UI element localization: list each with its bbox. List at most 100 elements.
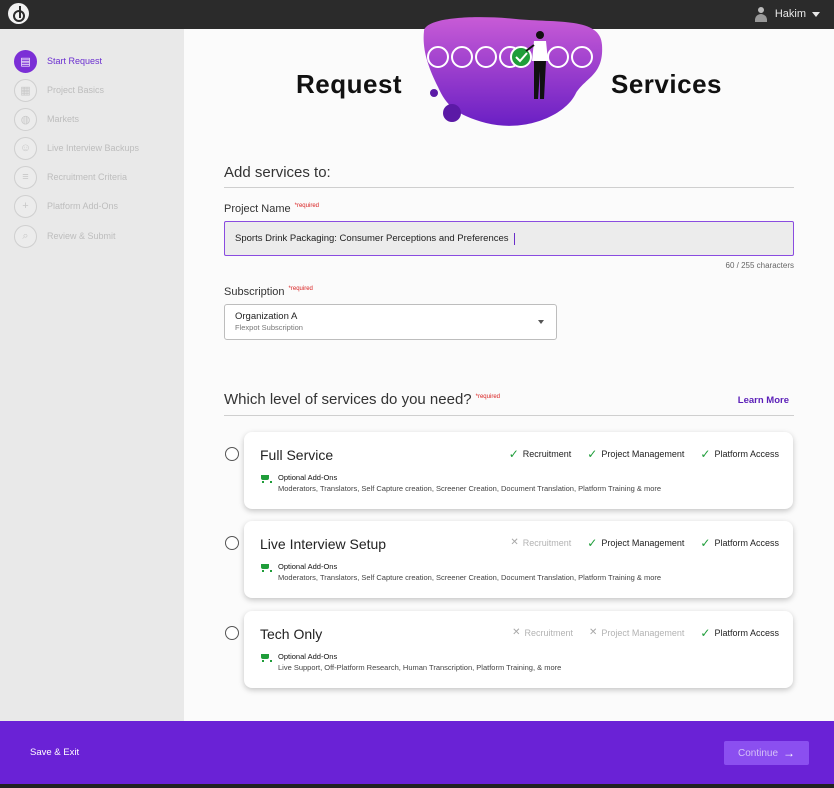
divider	[224, 415, 794, 416]
x-icon: ✕	[512, 627, 521, 638]
add-ons-title: Optional Add-Ons	[278, 473, 338, 482]
x-icon: ✕	[510, 537, 519, 548]
continue-button[interactable]: Continue →	[724, 741, 809, 765]
bottom-strip	[0, 784, 834, 788]
user-name: Hakim	[774, 8, 806, 20]
feature-label: Platform Access	[714, 449, 779, 459]
feature-recruitment: ✕ Recruitment	[510, 537, 572, 549]
chevron-down-icon	[812, 11, 820, 17]
feature-project-management: ✓ Project Management	[587, 536, 685, 550]
text-cursor	[513, 232, 515, 245]
magnifier-icon: ⌕	[14, 224, 37, 248]
add-ons-list: Live Support, Off-Platform Research, Hum…	[278, 663, 562, 672]
cart-icon	[260, 563, 272, 573]
feature-project-management: ✕ Project Management	[589, 628, 685, 639]
subscription-subtitle: Flexpot Subscription	[235, 323, 303, 332]
sidebar: ▤ Start Request ▦ Project Basics ◍ Marke…	[0, 29, 184, 721]
feature-label: Platform Access	[714, 538, 779, 548]
sidebar-item-live-interview-backups[interactable]: ☺ Live Interview Backups	[14, 136, 139, 160]
feature-platform-access: ✓ Platform Access	[700, 536, 779, 550]
sidebar-item-start-request[interactable]: ▤ Start Request	[14, 49, 102, 73]
optional-add-ons: Optional Add-Ons Moderators, Translators…	[260, 562, 661, 582]
calendar-icon: ▦	[14, 78, 37, 102]
sidebar-item-label: Project Basics	[47, 85, 105, 95]
feature-label: Recruitment	[522, 449, 572, 459]
plus-icon: +	[14, 194, 37, 218]
user-menu[interactable]: Hakim	[753, 4, 820, 24]
optional-add-ons: Optional Add-Ons Live Support, Off-Platf…	[260, 652, 561, 672]
services-question-text: Which level of services do you need?	[224, 391, 472, 408]
radio-live-interview-setup[interactable]	[225, 536, 239, 550]
radio-tech-only[interactable]	[225, 626, 239, 640]
sidebar-item-label: Markets	[47, 114, 80, 124]
radio-full-service[interactable]	[225, 447, 239, 461]
sidebar-item-project-basics[interactable]: ▦ Project Basics	[14, 78, 104, 102]
service-card-title: Live Interview Setup	[260, 536, 387, 552]
continue-label: Continue	[737, 747, 779, 759]
main-content: Request Services Add services to: Projec…	[184, 17, 834, 721]
check-icon: ✓	[700, 536, 711, 550]
add-ons-title: Optional Add-Ons	[278, 652, 338, 661]
save-exit-button[interactable]: Save & Exit	[30, 747, 79, 758]
section-title-add-services: Add services to:	[224, 164, 331, 181]
cart-icon	[260, 474, 272, 484]
clipboard-icon: ▤	[14, 49, 37, 73]
sidebar-item-platform-add-ons[interactable]: + Platform Add-Ons	[14, 194, 118, 218]
feature-project-management: ✓ Project Management	[587, 447, 684, 461]
subscription-label-text: Subscription	[224, 286, 285, 298]
add-ons-list: Moderators, Translators, Self Capture cr…	[278, 484, 662, 493]
project-name-label-text: Project Name	[224, 203, 291, 215]
project-name-value: Sports Drink Packaging: Consumer Percept…	[235, 233, 509, 244]
sidebar-item-label: Start Request	[47, 56, 103, 66]
sidebar-item-recruitment-criteria[interactable]: ≡ Recruitment Criteria	[14, 165, 127, 189]
person-icon: ☺	[14, 136, 37, 160]
service-card-title: Full Service	[260, 447, 334, 463]
arrow-right-icon: →	[783, 746, 796, 760]
check-icon: ✓	[508, 447, 519, 461]
sidebar-item-markets[interactable]: ◍ Markets	[14, 107, 79, 131]
required-marker: *required	[288, 286, 313, 293]
service-card-tech-only[interactable]: Tech Only ✕ Recruitment ✕ Project Manageme…	[244, 611, 793, 688]
check-icon: ✓	[700, 626, 711, 640]
feature-label: Platform Access	[714, 628, 779, 638]
project-name-input[interactable]: Sports Drink Packaging: Consumer Percept…	[224, 221, 794, 256]
character-count: 60 / 255 characters	[725, 261, 794, 270]
globe-icon: ◍	[14, 107, 37, 131]
hero-title-right: Services	[611, 69, 722, 99]
feature-list: ✓ Recruitment ✓ Project Management ✓ Platfo…	[508, 447, 779, 461]
hero-title-left: Request	[296, 69, 403, 99]
feature-platform-access: ✓ Platform Access	[700, 626, 779, 640]
subscription-label: Subscription *required	[224, 286, 313, 298]
subscription-select[interactable]: Organization A Flexpot Subscription	[224, 304, 557, 340]
app-logo-icon[interactable]	[8, 3, 29, 24]
feature-list: ✕ Recruitment ✓ Project Management ✓ Platfo…	[510, 536, 779, 550]
cart-icon	[260, 653, 272, 663]
learn-more-link[interactable]: Learn More	[738, 395, 789, 406]
sidebar-item-label: Review & Submit	[47, 231, 116, 241]
service-card-live-interview-setup[interactable]: Live Interview Setup ✕ Recruitment ✓ Proje…	[244, 521, 793, 598]
service-card-full-service[interactable]: Full Service ✓ Recruitment ✓ Project Manag…	[244, 432, 793, 509]
required-marker: *required	[475, 394, 500, 400]
sidebar-item-review-submit[interactable]: ⌕ Review & Submit	[14, 224, 116, 248]
services-question: Which level of services do you need? *req…	[224, 391, 500, 408]
feature-recruitment: ✕ Recruitment	[512, 627, 573, 639]
feature-list: ✕ Recruitment ✕ Project Management ✓ Platfo…	[512, 626, 779, 640]
feature-label: Project Management	[601, 538, 685, 548]
sidebar-item-label: Platform Add-Ons	[47, 201, 119, 211]
add-ons-list: Moderators, Translators, Self Capture cr…	[278, 573, 662, 582]
chevron-down-icon	[538, 320, 544, 324]
filter-icon: ≡	[14, 165, 37, 189]
check-icon: ✓	[587, 447, 598, 461]
divider	[224, 187, 794, 188]
required-marker: *required	[294, 203, 319, 210]
feature-label: Recruitment	[522, 538, 572, 548]
optional-add-ons: Optional Add-Ons Moderators, Translators…	[260, 473, 661, 493]
feature-label: Project Management	[601, 628, 685, 638]
feature-label: Recruitment	[524, 628, 573, 638]
feature-recruitment: ✓ Recruitment	[508, 447, 572, 461]
project-name-label: Project Name *required	[224, 203, 319, 215]
check-icon: ✓	[587, 536, 598, 550]
add-ons-title: Optional Add-Ons	[278, 562, 338, 571]
footer-bar: Save & Exit Continue →	[0, 721, 834, 784]
user-avatar-icon	[753, 6, 769, 22]
